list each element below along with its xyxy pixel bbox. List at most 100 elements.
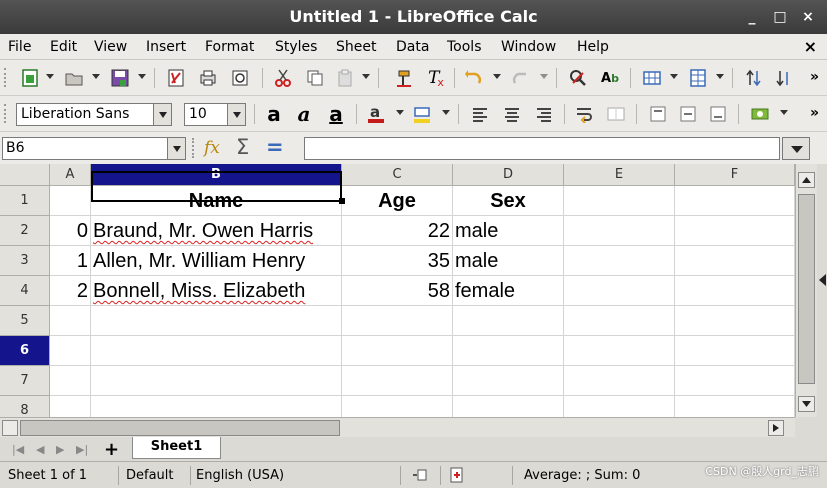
- column-header-c[interactable]: C: [342, 164, 453, 186]
- select-all-corner[interactable]: [0, 164, 50, 186]
- cell-a3[interactable]: 1: [50, 246, 91, 276]
- previous-sheet-icon[interactable]: ◀: [36, 443, 44, 456]
- bold-icon[interactable]: a: [262, 102, 286, 126]
- grid-cell[interactable]: [564, 246, 675, 276]
- name-box[interactable]: B6: [2, 137, 186, 160]
- scroll-left-icon[interactable]: [2, 420, 18, 436]
- close-window-button[interactable]: ×: [798, 7, 818, 27]
- column-header-a[interactable]: A: [50, 164, 91, 186]
- grid-cell[interactable]: [453, 396, 564, 417]
- row-header-7[interactable]: 7: [0, 366, 50, 396]
- conditional-dropdown-icon[interactable]: [780, 110, 788, 115]
- find-replace-icon[interactable]: [566, 66, 590, 90]
- grid-cell[interactable]: [564, 276, 675, 306]
- grid-cell[interactable]: [453, 366, 564, 396]
- print-icon[interactable]: [196, 66, 220, 90]
- grid-cell[interactable]: [675, 396, 795, 417]
- cell-d3[interactable]: male: [453, 246, 564, 276]
- formula-input[interactable]: [304, 137, 780, 160]
- grid-cell[interactable]: [675, 366, 795, 396]
- autofill-handle[interactable]: [339, 198, 345, 204]
- grid-cell[interactable]: [675, 276, 795, 306]
- sort-ascending-icon[interactable]: [742, 66, 766, 90]
- more-format-icon[interactable]: »: [810, 105, 819, 121]
- row-header-1[interactable]: 1: [0, 186, 50, 216]
- row-header-2[interactable]: 2: [0, 216, 50, 246]
- align-right-icon[interactable]: [532, 102, 556, 126]
- menu-tools[interactable]: Tools: [447, 39, 482, 55]
- grid-cell[interactable]: [564, 396, 675, 417]
- grid-cell[interactable]: [342, 336, 453, 366]
- font-size-dropdown-icon[interactable]: [227, 104, 245, 125]
- align-left-icon[interactable]: [468, 102, 492, 126]
- cell-c2[interactable]: 22: [342, 216, 453, 246]
- sort-descending-icon[interactable]: [772, 66, 796, 90]
- column-icon[interactable]: [686, 66, 710, 90]
- function-wizard-icon[interactable]: fx: [204, 138, 220, 158]
- menu-window[interactable]: Window: [501, 39, 556, 55]
- menu-view[interactable]: View: [94, 39, 127, 55]
- document-modified-icon[interactable]: [450, 467, 464, 487]
- cell-c1[interactable]: Age: [342, 186, 453, 216]
- grid-cell[interactable]: [675, 186, 795, 216]
- sum-icon[interactable]: Σ: [236, 135, 249, 159]
- menu-styles[interactable]: Styles: [275, 39, 317, 55]
- grid-cell[interactable]: [564, 216, 675, 246]
- row-header-8[interactable]: 8: [0, 396, 50, 417]
- toolbar-grip[interactable]: [4, 104, 8, 123]
- grid-cell[interactable]: [50, 336, 91, 366]
- cell-cursor-b6[interactable]: [91, 171, 342, 202]
- scroll-right-icon[interactable]: [768, 420, 784, 436]
- grid-cell[interactable]: [50, 396, 91, 417]
- grid-cell[interactable]: [91, 396, 342, 417]
- cell-c3[interactable]: 35: [342, 246, 453, 276]
- menu-format[interactable]: Format: [205, 39, 254, 55]
- cell-d2[interactable]: male: [453, 216, 564, 246]
- font-size-box[interactable]: 10: [184, 103, 246, 126]
- vertical-scroll-thumb[interactable]: [798, 194, 815, 384]
- split-handle-icon[interactable]: [819, 274, 826, 286]
- wrap-text-icon[interactable]: [572, 102, 596, 126]
- add-sheet-icon[interactable]: +: [104, 439, 119, 460]
- grid-cell[interactable]: [564, 336, 675, 366]
- export-pdf-icon[interactable]: [164, 66, 188, 90]
- sheet-tab-sheet1[interactable]: Sheet1: [132, 437, 221, 459]
- cut-icon[interactable]: [271, 66, 295, 90]
- menu-help[interactable]: Help: [577, 39, 609, 55]
- align-middle-icon[interactable]: [676, 102, 700, 126]
- font-name-box[interactable]: Liberation Sans: [16, 103, 172, 126]
- grid-cell[interactable]: [564, 186, 675, 216]
- align-center-icon[interactable]: [500, 102, 524, 126]
- undo-dropdown-icon[interactable]: [493, 74, 501, 79]
- grid-cell[interactable]: [453, 306, 564, 336]
- save-dropdown-icon[interactable]: [138, 74, 146, 79]
- horizontal-scroll-thumb[interactable]: [20, 420, 340, 436]
- grid-cell[interactable]: [91, 336, 342, 366]
- redo-icon[interactable]: [508, 66, 532, 90]
- highlight-color-icon[interactable]: [410, 102, 434, 126]
- last-sheet-icon[interactable]: ▶|: [76, 443, 88, 456]
- clone-formatting-icon[interactable]: [392, 66, 416, 90]
- highlight-dropdown-icon[interactable]: [442, 110, 450, 115]
- new-document-icon[interactable]: [18, 66, 42, 90]
- undo-icon[interactable]: [462, 66, 486, 90]
- row-header-6[interactable]: 6: [0, 336, 50, 366]
- grid-cell[interactable]: [342, 396, 453, 417]
- spelling-icon[interactable]: Ab: [598, 66, 622, 90]
- underline-icon[interactable]: a: [324, 102, 348, 126]
- language-indicator[interactable]: English (USA): [196, 468, 284, 483]
- menu-data[interactable]: Data: [396, 39, 429, 55]
- cell-a4[interactable]: 2: [50, 276, 91, 306]
- formula-icon[interactable]: =: [266, 135, 284, 159]
- redo-dropdown-icon[interactable]: [540, 74, 548, 79]
- font-color-dropdown-icon[interactable]: [396, 110, 404, 115]
- selection-mode-icon[interactable]: [412, 469, 428, 485]
- cell-c4[interactable]: 58: [342, 276, 453, 306]
- paste-icon[interactable]: [333, 66, 357, 90]
- grid-cell[interactable]: [675, 306, 795, 336]
- column-header-e[interactable]: E: [564, 164, 675, 186]
- grid-cell[interactable]: [564, 306, 675, 336]
- grid-cell[interactable]: [675, 336, 795, 366]
- toolbar-grip[interactable]: [4, 68, 8, 87]
- page-style[interactable]: Default: [126, 468, 174, 483]
